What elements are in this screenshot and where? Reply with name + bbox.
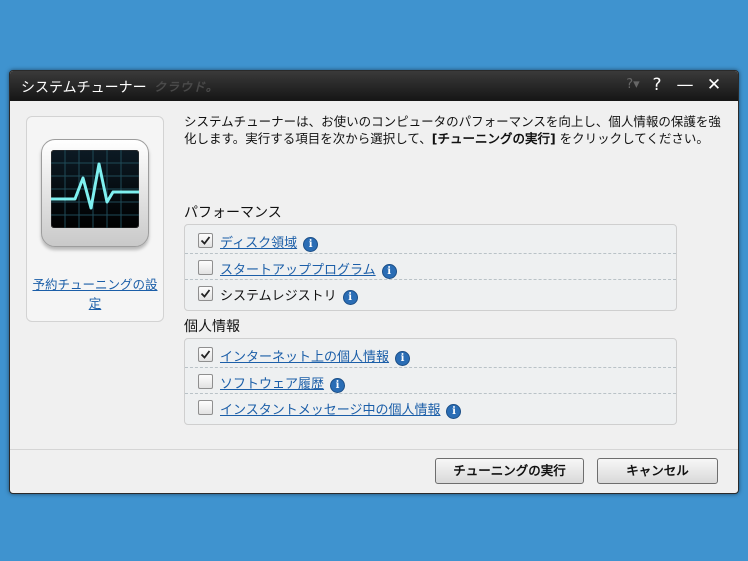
privacy-option-label-wrap: ソフトウェア履歴 i [220, 373, 346, 393]
schedule-tuning-link[interactable]: 予約チューニングの設定 [29, 275, 161, 313]
performance-option-row: ディスク領域 i [185, 227, 676, 253]
checkbox-checked[interactable] [198, 286, 213, 301]
performance-option-label-wrap: システムレジストリ i [220, 285, 358, 305]
checkbox-checked[interactable] [198, 233, 213, 248]
privacy-option-link[interactable]: インターネット上の個人情報 [220, 350, 389, 365]
info-icon[interactable]: i [381, 264, 397, 279]
info-icon[interactable]: i [330, 378, 346, 393]
activity-monitor-icon [41, 139, 149, 247]
minimize-icon[interactable]: — [674, 74, 696, 96]
performance-option-label-wrap: ディスク領域 i [220, 232, 319, 252]
description-text: システムチューナーは、お使いのコンピュータのパフォーマンスを向上し、個人情報の保… [184, 113, 724, 147]
performance-option-link[interactable]: ディスク領域 [220, 236, 297, 251]
checkbox-unchecked[interactable] [198, 260, 213, 275]
performance-option-row: システムレジストリ i [185, 279, 676, 306]
help-icon[interactable]: ? [646, 74, 668, 96]
description-bold: [チューニングの実行] [431, 131, 556, 146]
close-icon[interactable]: ✕ [702, 74, 726, 96]
run-tuning-button[interactable]: チューニングの実行 [435, 458, 584, 484]
checkbox-checked[interactable] [198, 347, 213, 362]
privacy-section-title: 個人情報 [184, 319, 240, 335]
privacy-option-row: インスタントメッセージ中の個人情報 i [185, 393, 676, 420]
performance-option-label: システムレジストリ [220, 289, 337, 304]
checkmark-icon [200, 350, 211, 359]
info-icon[interactable]: i [303, 237, 319, 252]
info-icon[interactable]: i [395, 351, 411, 366]
performance-option-label-wrap: スタートアッププログラム i [220, 259, 397, 279]
privacy-option-row: ソフトウェア履歴 i [185, 367, 676, 394]
privacy-option-label-wrap: インスタントメッセージ中の個人情報 i [220, 399, 462, 419]
description-after: をクリックしてください。 [555, 131, 709, 146]
privacy-option-row: インターネット上の個人情報 i [185, 341, 676, 367]
window-title: システムチューナー [21, 80, 147, 96]
schedule-panel: 予約チューニングの設定 [26, 116, 164, 322]
checkbox-unchecked[interactable] [198, 400, 213, 415]
info-icon[interactable]: i [342, 290, 358, 305]
title-ghost-text: クラウド。 [154, 80, 219, 94]
performance-group: ディスク領域 i スタートアッププログラム i システムレジストリ i [184, 224, 677, 311]
cancel-button[interactable]: キャンセル [597, 458, 718, 484]
privacy-option-label-wrap: インターネット上の個人情報 i [220, 346, 411, 366]
checkmark-icon [200, 289, 211, 298]
title-bar[interactable]: システムチューナー クラウド。 ?▾ ? — ✕ [10, 71, 738, 101]
privacy-option-link[interactable]: インスタントメッセージ中の個人情報 [220, 403, 440, 418]
footer-separator [10, 449, 738, 450]
performance-option-link[interactable]: スタートアッププログラム [220, 263, 376, 278]
privacy-group: インターネット上の個人情報 i ソフトウェア履歴 i インスタントメッセージ中の個人情報… [184, 338, 677, 425]
privacy-option-link[interactable]: ソフトウェア履歴 [220, 377, 324, 392]
checkmark-icon [200, 236, 211, 245]
help-menu-icon[interactable]: ?▾ [622, 74, 644, 96]
info-icon[interactable]: i [446, 404, 462, 419]
performance-option-row: スタートアッププログラム i [185, 253, 676, 280]
system-tuner-dialog: システムチューナー クラウド。 ?▾ ? — ✕ 予約チューニングの設定 システ… [9, 70, 739, 494]
performance-section-title: パフォーマンス [184, 205, 282, 221]
checkbox-unchecked[interactable] [198, 374, 213, 389]
